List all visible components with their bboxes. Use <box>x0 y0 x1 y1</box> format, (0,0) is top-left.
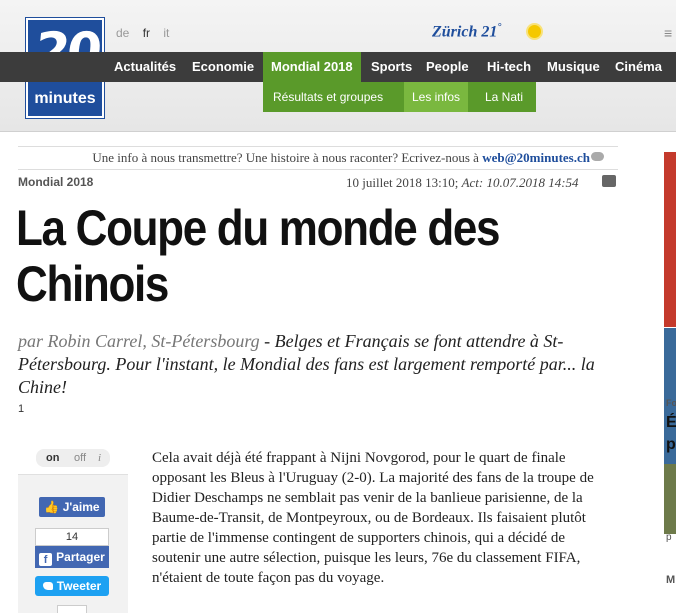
tweet-label: Tweeter <box>56 579 102 593</box>
infobar-email-link[interactable]: web@20minutes.ch <box>482 150 590 165</box>
info-icon[interactable]: i <box>98 449 101 467</box>
like-label: J'aime <box>62 500 100 514</box>
article-date: 10 juillet 2018 13:10; <box>346 175 462 190</box>
article-body: Cela avait déjà été frappant à Nijni Nov… <box>152 450 594 586</box>
social-toggle[interactable]: on off i <box>36 449 110 467</box>
toggle-on[interactable]: on <box>46 449 59 467</box>
subnav-item-la-nati[interactable]: La Nati <box>485 82 523 112</box>
infobar-text: Une info à nous transmettre? Une histoir… <box>92 150 483 165</box>
lang-de[interactable]: de <box>116 26 129 40</box>
nav-item-people[interactable]: People <box>426 52 469 82</box>
article-author: par Robin Carrel, St-Pétersbourg <box>18 331 260 351</box>
print-icon[interactable] <box>602 175 616 187</box>
lang-fr[interactable]: fr <box>143 26 150 40</box>
sidebar-text[interactable]: Fo <box>666 398 676 408</box>
nav-item-mondial-2018[interactable]: Mondial 2018 <box>263 52 361 82</box>
toggle-off[interactable]: off <box>74 449 86 467</box>
share-count: 14 <box>35 528 109 546</box>
article-updated: Act: 10.07.2018 14:54 <box>461 175 579 190</box>
nav-item-musique[interactable]: Musique <box>547 52 600 82</box>
nav-item-hi-tech[interactable]: Hi-tech <box>487 52 531 82</box>
sidebar-image[interactable] <box>664 152 676 327</box>
main-nav: Actualités Economie Mondial 2018 Sports … <box>0 52 676 82</box>
lang-it[interactable]: it <box>163 26 169 40</box>
sun-icon <box>526 23 543 40</box>
contact-infobar: Une info à nous transmettre? Une histoir… <box>18 146 618 170</box>
nav-item-economie[interactable]: Economie <box>192 52 254 82</box>
sidebar-text[interactable]: M <box>666 574 675 586</box>
subnav-item-les-infos[interactable]: Les infos <box>404 82 469 112</box>
weather-unit: ° <box>497 22 502 33</box>
facebook-like-button[interactable]: 👍 J'aime <box>39 497 105 517</box>
language-switcher: de fr it <box>116 26 179 40</box>
tweet-button[interactable]: Tweeter <box>35 576 109 596</box>
sidebar-image[interactable] <box>664 464 676 534</box>
weather-city: Zürich <box>432 23 478 41</box>
more-share-button[interactable] <box>57 605 87 613</box>
share-label: Partager <box>56 550 105 564</box>
twitter-icon <box>42 582 53 590</box>
nav-item-actualites[interactable]: Actualités <box>114 52 176 82</box>
speech-bubble-icon <box>591 152 604 161</box>
subnav-item-resultats[interactable]: Résultats et groupes <box>273 82 383 112</box>
article-rubric[interactable]: Mondial 2018 <box>18 175 93 189</box>
hamburger-icon[interactable]: ≡ <box>664 25 672 41</box>
article-title: La Coupe du monde des Chinois <box>16 200 501 312</box>
weather-widget[interactable]: Zürich 21° <box>432 22 501 41</box>
nav-item-cinema[interactable]: Cinéma <box>615 52 662 82</box>
comment-count[interactable]: 1 <box>18 403 24 415</box>
logo-word: minutes <box>34 90 96 107</box>
weather-temp: 21 <box>481 23 498 41</box>
right-sidebar: Fo É p p M <box>664 146 676 613</box>
site-header: 20 minutes de fr it Zürich 21° ≡ Actuali… <box>0 0 676 132</box>
social-share-panel: 👍 J'aime 14 f Partager Tweeter <box>18 474 128 613</box>
nav-item-sports[interactable]: Sports <box>371 52 412 82</box>
sidebar-text[interactable]: p <box>666 436 676 454</box>
article-lead: par Robin Carrel, St-Pétersbourg - Belge… <box>18 330 618 399</box>
sidebar-text[interactable]: p <box>666 532 672 543</box>
facebook-share-button[interactable]: f Partager <box>35 546 109 568</box>
sidebar-text[interactable]: É <box>666 414 676 432</box>
facebook-icon: f <box>39 553 53 566</box>
sub-nav: Résultats et groupes Les infos La Nati <box>263 82 536 112</box>
article-dateline: 10 juillet 2018 13:10; Act: 10.07.2018 1… <box>346 175 579 191</box>
